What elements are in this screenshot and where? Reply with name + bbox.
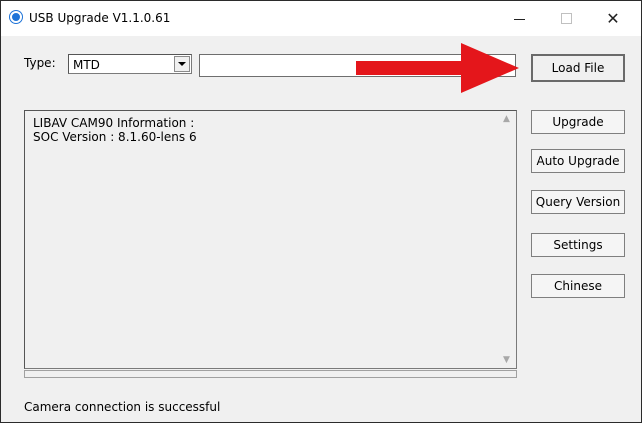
progress-bar xyxy=(24,370,517,378)
dropdown-button[interactable] xyxy=(174,56,190,72)
chevron-down-icon xyxy=(178,62,186,66)
app-icon xyxy=(10,11,22,23)
upgrade-button[interactable]: Upgrade xyxy=(531,110,625,134)
info-line-2: SOC Version : 8.1.60-lens 6 xyxy=(33,130,197,144)
close-icon: ✕ xyxy=(606,9,620,28)
info-textbox[interactable]: LIBAV CAM90 Information : SOC Version : … xyxy=(24,110,517,369)
vertical-scrollbar[interactable]: ▲ ▼ xyxy=(499,111,516,368)
red-arrow-annotation-icon xyxy=(356,43,519,93)
chinese-button[interactable]: Chinese xyxy=(531,274,625,298)
minimize-icon xyxy=(513,19,525,20)
auto-upgrade-button[interactable]: Auto Upgrade xyxy=(531,149,625,173)
maximize-icon xyxy=(560,13,572,24)
type-label: Type: xyxy=(24,56,56,70)
app-window: USB Upgrade V1.1.0.61 ✕ Type: MTD Load F… xyxy=(0,0,642,423)
minimize-button[interactable] xyxy=(497,1,541,36)
scroll-down-icon[interactable]: ▼ xyxy=(503,355,510,365)
query-version-button[interactable]: Query Version xyxy=(531,190,625,214)
settings-button[interactable]: Settings xyxy=(531,233,625,257)
title-bar[interactable]: USB Upgrade V1.1.0.61 ✕ xyxy=(1,1,641,36)
info-line-1: LIBAV CAM90 Information : xyxy=(33,116,195,130)
info-text: LIBAV CAM90 Information : SOC Version : … xyxy=(33,116,197,144)
status-text: Camera connection is successful xyxy=(24,400,221,414)
scroll-up-icon[interactable]: ▲ xyxy=(503,114,510,124)
close-button[interactable]: ✕ xyxy=(591,1,635,36)
load-file-button[interactable]: Load File xyxy=(531,54,625,82)
type-select[interactable]: MTD xyxy=(68,54,192,74)
maximize-button xyxy=(544,1,588,36)
window-title: USB Upgrade V1.1.0.61 xyxy=(29,11,171,25)
type-select-value: MTD xyxy=(73,58,100,72)
